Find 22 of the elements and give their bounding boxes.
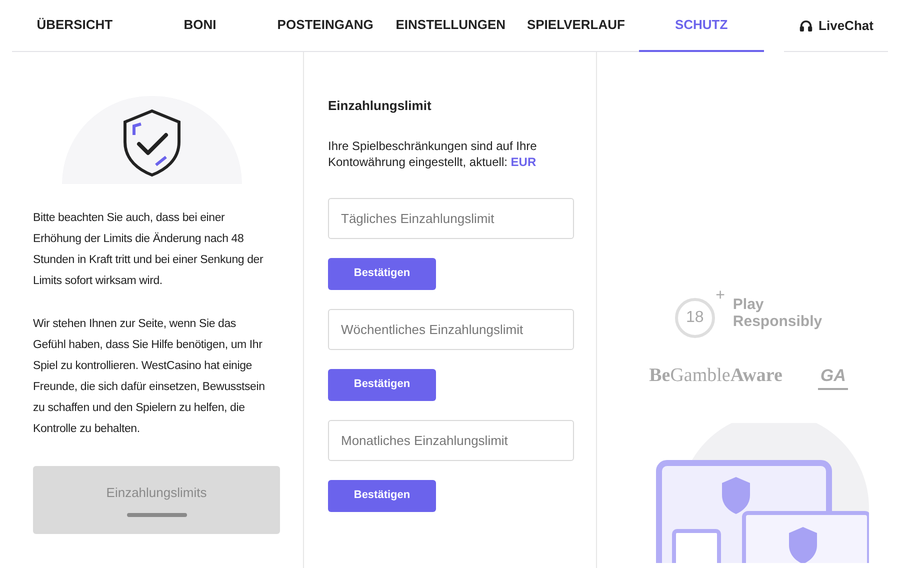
ga-logo: GA [818,362,848,390]
nav-tab[interactable]: SCHUTZ [638,0,764,52]
limit-input[interactable]: Tägliches Einzahlungslimit [328,198,574,238]
limit-input[interactable]: Monatliches Einzahlungslimit [328,420,574,460]
nav-tab[interactable]: BONI [137,0,263,52]
confirm-button[interactable]: Bestätigen [328,258,436,290]
info-paragraph: Wir stehen Ihnen zur Seite, wenn Sie das Gefühl haben, dass Sie Hilfe benötigen, um Ihr Spiel zu kontrollieren. WestCasino hat einige Freunde, die sich dafür einsetzen, Bewusstsein zu schaffen und den Spielern zu helfen, die Kontrolle zu behalten. [33,317,266,437]
limit-input[interactable]: Wöchentliches Einzahlungslimit [328,308,574,350]
play-responsibly-text: Play Responsibly [732,296,822,330]
confirm-button[interactable]: Bestätigen [328,368,436,400]
nav-tab[interactable]: EINSTELLUNGEN [388,0,514,52]
shield-check-icon [120,108,182,178]
confirm-button[interactable]: Bestätigen [328,480,436,512]
info-paragraph: Bitte beachten Sie auch, dass bei einer Erhöhung der Limits die Änderung nach 48 Stunden in Kraft tritt und bei einer Senkung der Limits sofort wirksam wird. [33,211,264,289]
section-title: Einzahlungslimit [328,97,432,115]
begambleaware-logo: BeGambleAware [649,364,782,388]
nav-tab[interactable]: ÜBERSICHT [12,0,138,52]
livechat-button[interactable]: LiveChat [784,0,888,52]
nav-tab[interactable]: SPIELVERLAUF [513,0,639,52]
nav-tab[interactable]: POSTEINGANG [262,0,388,52]
currency-note: Ihre Spielbeschränkungen sind auf Ihre Kontowährung eingestellt, aktuell: EUR [328,138,538,170]
headset-icon [798,18,813,32]
